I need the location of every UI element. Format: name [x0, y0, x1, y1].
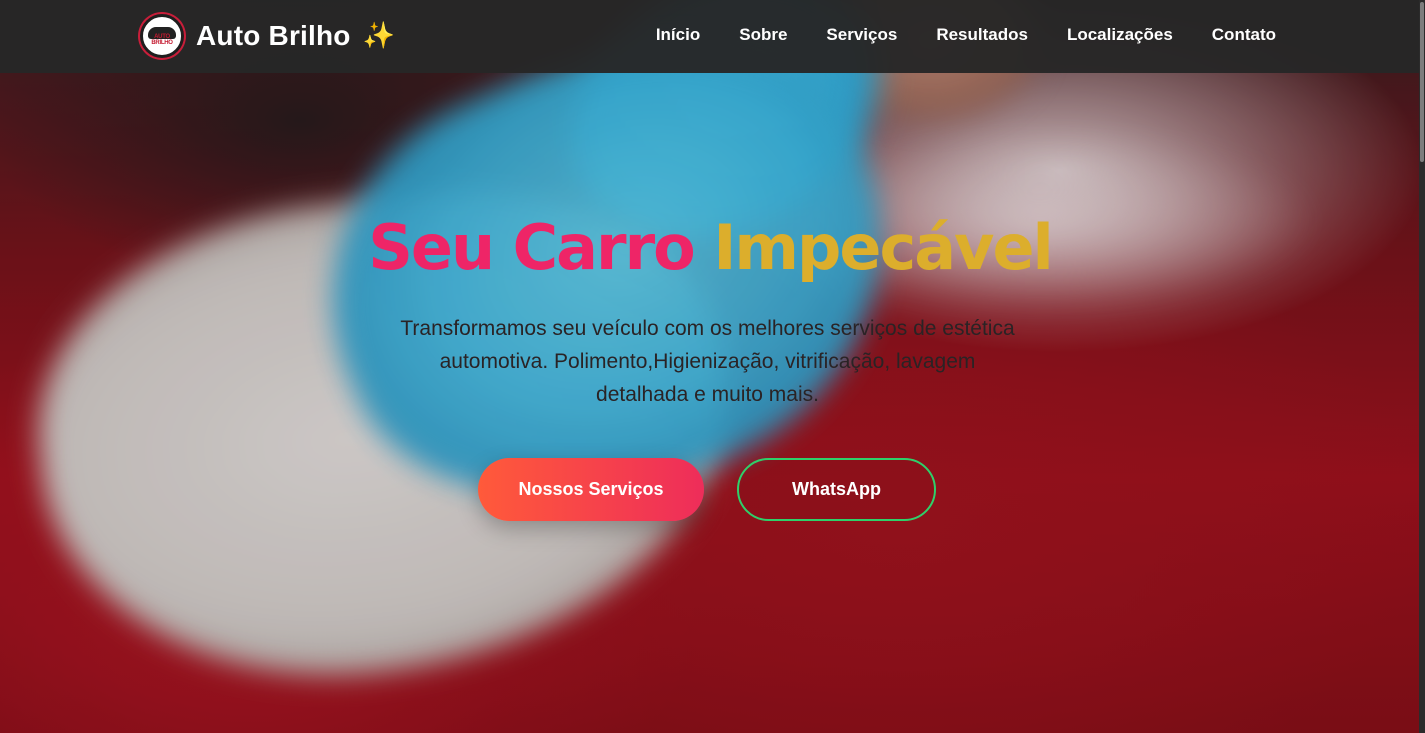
- nav-item-servicos[interactable]: Serviços: [826, 25, 897, 44]
- nav-item-localizacoes[interactable]: Localizações: [1067, 25, 1173, 44]
- sparkles-icon: ✨: [362, 21, 395, 51]
- nav-item-sobre[interactable]: Sobre: [739, 25, 787, 44]
- our-services-button[interactable]: Nossos Serviços: [478, 458, 704, 521]
- brand-name: Auto Brilho: [196, 20, 351, 51]
- nav-item-resultados[interactable]: Resultados: [936, 25, 1028, 44]
- nav-item-contato[interactable]: Contato: [1212, 25, 1276, 44]
- hero-title: Seu Carro Impecável: [0, 210, 1420, 286]
- hero-title-part1: Seu Carro: [368, 211, 696, 284]
- navbar: AUTO BRILHO Auto Brilho ✨ Início Sobre S…: [0, 0, 1425, 73]
- hero-title-part2: Impecável: [713, 211, 1053, 284]
- logo-text: AUTO BRILHO: [151, 34, 173, 46]
- page-scrollbar[interactable]: [1419, 0, 1425, 733]
- nav-item-inicio[interactable]: Início: [656, 25, 700, 44]
- brand-logo: AUTO BRILHO: [140, 14, 184, 58]
- whatsapp-button[interactable]: WhatsApp: [737, 458, 936, 521]
- brand-link[interactable]: AUTO BRILHO Auto Brilho ✨: [140, 13, 395, 59]
- hero-subtitle: Transformamos seu veículo com os melhore…: [400, 317, 1015, 406]
- scrollbar-thumb[interactable]: [1420, 2, 1424, 162]
- nav-menu: Início Sobre Serviços Resultados Localiz…: [656, 22, 1276, 48]
- hero-content: Seu Carro Impecável Transformamos seu ve…: [0, 0, 1420, 733]
